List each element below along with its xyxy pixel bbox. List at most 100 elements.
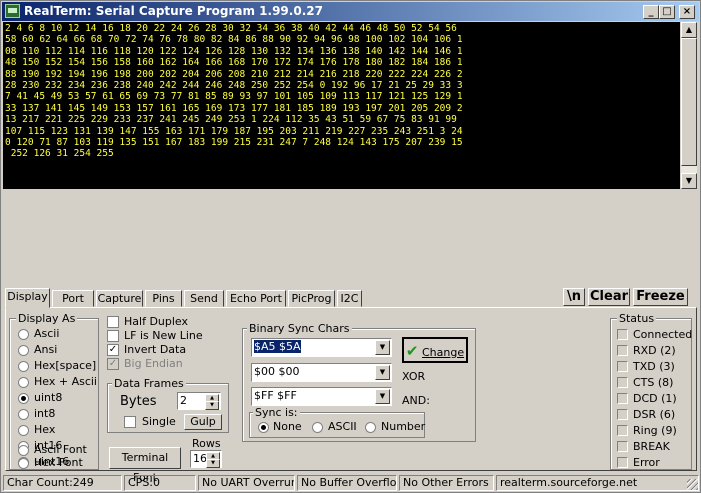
binary-sync-group: Binary Sync Chars $A5 $5A ▼ $00 $00 ▼ $F… bbox=[242, 322, 476, 442]
radio-sync-none[interactable] bbox=[258, 422, 269, 433]
status-led bbox=[617, 409, 628, 420]
single-label: Single bbox=[142, 415, 176, 428]
close-button[interactable]: × bbox=[679, 5, 695, 19]
sync-chars-input[interactable]: $A5 $5A ▼ bbox=[251, 338, 392, 357]
xor-input[interactable]: $00 $00 ▼ bbox=[251, 363, 392, 382]
terminal-line: 7 41 45 49 53 57 61 65 69 73 77 81 85 89… bbox=[5, 91, 463, 103]
terminal-scrollbar[interactable]: ▲ ▼ bbox=[681, 22, 697, 189]
option-label: Hex Font bbox=[34, 456, 83, 469]
tab-port[interactable]: Port bbox=[52, 290, 94, 307]
minimize-button[interactable]: _ bbox=[643, 5, 659, 19]
and-input[interactable]: $FF $FF ▼ bbox=[251, 387, 392, 406]
sync-is-group: Sync is: None ASCII Number bbox=[249, 406, 426, 438]
terminal-font-button[interactable]: Terminal Font bbox=[109, 447, 181, 484]
lf-new-line-label: LF is New Line bbox=[124, 329, 203, 342]
maximize-button[interactable]: □ bbox=[659, 5, 675, 19]
status-led bbox=[617, 393, 628, 404]
tab-pins[interactable]: Pins bbox=[145, 290, 182, 307]
tab-i2c[interactable]: I2C bbox=[337, 290, 362, 307]
data-frames-group: Data Frames Bytes 2 ▲ ▼ Single Gulp bbox=[107, 377, 229, 433]
lf-new-line-checkbox[interactable] bbox=[107, 330, 119, 342]
app-window: RealTerm: Serial Capture Program 1.99.0.… bbox=[0, 0, 701, 493]
tab-display[interactable]: Display bbox=[5, 288, 50, 308]
option-label: Ansi bbox=[34, 343, 58, 356]
freeze-button[interactable]: Freeze bbox=[633, 288, 688, 306]
status-ring: Ring (9) bbox=[633, 424, 677, 437]
sync-chars-value: $A5 $5A bbox=[254, 340, 301, 353]
scroll-up-icon[interactable]: ▲ bbox=[681, 22, 697, 38]
gulp-button[interactable]: Gulp bbox=[184, 414, 222, 430]
data-frames-label: Data Frames bbox=[112, 377, 186, 390]
resize-grip-icon[interactable] bbox=[687, 479, 698, 490]
scroll-down-icon[interactable]: ▼ bbox=[681, 173, 697, 189]
radio-hex-ascii[interactable] bbox=[18, 377, 29, 388]
status-group: Status Connected RXD (2) TXD (3) CTS (8)… bbox=[610, 312, 693, 470]
radio-sync-number[interactable] bbox=[365, 422, 376, 433]
radio-uint8[interactable] bbox=[18, 393, 29, 404]
radio-int8[interactable] bbox=[18, 409, 29, 420]
tab-echo-port[interactable]: Echo Port bbox=[226, 290, 286, 307]
website-link[interactable]: realterm.sourceforge.net bbox=[496, 475, 699, 491]
chevron-down-icon[interactable]: ▼ bbox=[375, 365, 390, 380]
option-label: int8 bbox=[34, 407, 56, 420]
checkmark-icon: ✔ bbox=[405, 342, 419, 360]
binary-sync-label: Binary Sync Chars bbox=[247, 322, 352, 335]
status-error: Error bbox=[633, 456, 660, 469]
terminal-output[interactable]: 2 4 6 8 10 12 14 16 18 20 22 24 26 28 30… bbox=[3, 22, 680, 189]
half-duplex-checkbox[interactable] bbox=[107, 316, 119, 328]
rows-label: Rows bbox=[192, 437, 221, 450]
radio-hex[interactable] bbox=[18, 425, 29, 436]
status-break: BREAK bbox=[633, 440, 670, 453]
invert-data-checkbox[interactable]: ✓ bbox=[107, 344, 119, 356]
terminal-line: 88 190 192 194 196 198 200 202 204 206 2… bbox=[5, 68, 463, 80]
window-title: RealTerm: Serial Capture Program 1.99.0.… bbox=[24, 4, 323, 18]
radio-ascii[interactable] bbox=[18, 329, 29, 340]
tab-send[interactable]: Send bbox=[184, 290, 224, 307]
sync-option-label: None bbox=[273, 420, 302, 433]
terminal-line: 58 60 62 64 66 68 70 72 74 76 78 80 82 8… bbox=[5, 34, 463, 46]
app-icon bbox=[5, 4, 20, 18]
radio-sync-ascii[interactable] bbox=[312, 422, 323, 433]
bytes-spinner[interactable]: 2 ▲ ▼ bbox=[177, 392, 221, 410]
status-txd: TXD (3) bbox=[633, 360, 675, 373]
xor-label: XOR bbox=[402, 370, 426, 383]
tab-picprog[interactable]: PicProg bbox=[288, 290, 335, 307]
sync-option-label: Number bbox=[381, 420, 426, 433]
terminal-line: 13 217 221 225 229 233 237 241 245 249 2… bbox=[5, 114, 457, 126]
big-endian-checkbox: ✓ bbox=[107, 358, 119, 370]
half-duplex-label: Half Duplex bbox=[124, 315, 189, 328]
big-endian-label: Big Endian bbox=[124, 357, 183, 370]
radio-hex-space[interactable] bbox=[18, 361, 29, 372]
single-checkbox[interactable] bbox=[124, 416, 136, 428]
terminal-line: 48 150 152 154 156 158 160 162 164 166 1… bbox=[5, 57, 463, 69]
status-led bbox=[617, 361, 628, 372]
scroll-thumb[interactable] bbox=[681, 38, 697, 166]
chevron-down-icon[interactable]: ▼ bbox=[375, 389, 390, 404]
option-label: uint8 bbox=[34, 391, 63, 404]
bytes-label: Bytes bbox=[120, 394, 157, 409]
invert-data-label: Invert Data bbox=[124, 343, 187, 356]
status-dcd: DCD (1) bbox=[633, 392, 677, 405]
radio-ansi[interactable] bbox=[18, 345, 29, 356]
newline-button[interactable]: \n bbox=[563, 288, 585, 306]
terminal-line: 2 4 6 8 10 12 14 16 18 20 22 24 26 28 30… bbox=[5, 23, 457, 34]
chevron-down-icon[interactable]: ▼ bbox=[375, 340, 390, 355]
clear-button[interactable]: Clear bbox=[588, 288, 630, 306]
status-cts: CTS (8) bbox=[633, 376, 674, 389]
sync-is-label: Sync is: bbox=[253, 406, 300, 419]
option-label: Hex + Ascii bbox=[34, 375, 97, 388]
spin-down-icon[interactable]: ▼ bbox=[205, 401, 219, 410]
spin-down-icon[interactable]: ▼ bbox=[206, 459, 220, 468]
change-button[interactable]: ✔ Change bbox=[402, 337, 468, 363]
option-label: Ascii Font bbox=[34, 443, 87, 456]
title-bar[interactable]: RealTerm: Serial Capture Program 1.99.0.… bbox=[2, 2, 699, 21]
tab-capture[interactable]: Capture bbox=[96, 290, 143, 307]
terminal-line: 28 230 232 234 236 238 240 242 244 246 2… bbox=[5, 79, 463, 91]
status-connected: Connected bbox=[633, 328, 693, 341]
display-as-label: Display As bbox=[16, 312, 78, 325]
radio-hex-font[interactable] bbox=[18, 458, 29, 469]
status-label: Status bbox=[617, 312, 657, 325]
rows-spinner[interactable]: 16 ▲ ▼ bbox=[190, 450, 222, 468]
bytes-value: 2 bbox=[180, 394, 187, 407]
radio-ascii-font[interactable] bbox=[18, 445, 29, 456]
